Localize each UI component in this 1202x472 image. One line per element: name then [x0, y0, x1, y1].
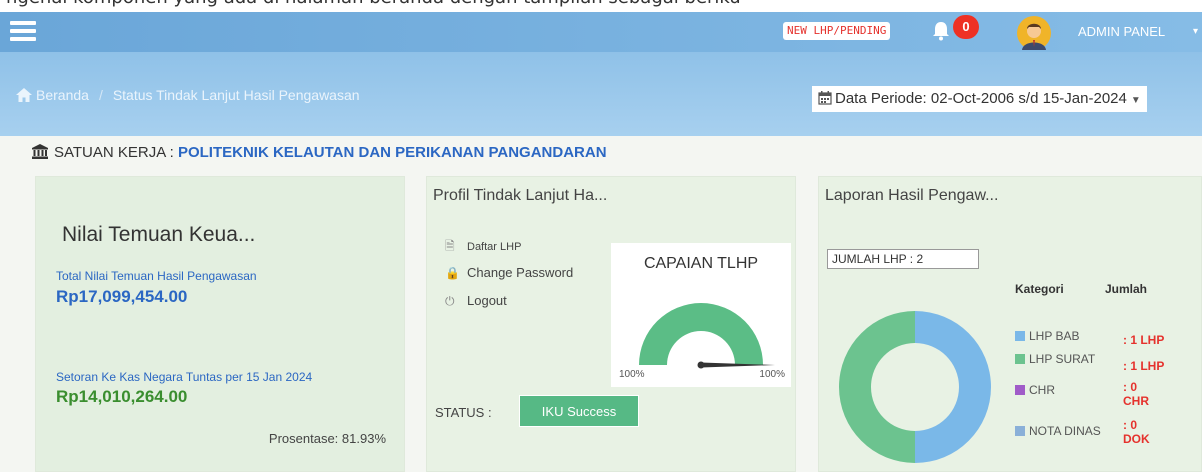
legend-item-chr[interactable]: CHR — [1015, 383, 1055, 397]
setoran-value: Rp14,010,264.00 — [56, 387, 188, 406]
data-period-label: Data Periode: 02-Oct-2006 s/d 15-Jan-202… — [835, 90, 1127, 107]
breadcrumb: Beranda / Status Tindak Lanjut Hasil Penga… — [16, 87, 360, 103]
total-nilai-label: Total Nilai Temuan Hasil Pengawasan — [56, 269, 257, 283]
lhp-donut-chart — [839, 311, 991, 463]
caption-text: ngenai komponen yang ada di halaman bera… — [6, 0, 741, 8]
notification-count-badge[interactable]: 0 — [953, 15, 979, 39]
breadcrumb-bar: Beranda / Status Tindak Lanjut Hasil Penga… — [0, 52, 1202, 136]
count-value: : 0 — [1123, 380, 1138, 394]
donut-slice-lhp-surat[interactable] — [839, 311, 915, 463]
count-unit: DOK — [1123, 432, 1150, 446]
laporan-hasil-card: Laporan Hasil Pengaw... JUMLAH LHP : 2 K… — [818, 176, 1202, 472]
menu-toggle-icon[interactable] — [10, 21, 36, 41]
breadcrumb-separator: / — [98, 87, 103, 103]
card-title: Nilai Temuan Keua... — [62, 223, 256, 246]
chevron-down-icon[interactable]: ▾ — [1193, 26, 1198, 37]
breadcrumb-home[interactable]: Beranda — [36, 87, 89, 103]
legend-label: LHP BAB — [1029, 329, 1080, 343]
menu-item-daftar-lhp[interactable]: 🗎 Daftar LHP — [445, 237, 573, 265]
lock-icon: 🔒 — [445, 266, 460, 280]
document-icon: 🗎 — [445, 239, 455, 253]
card-title: Profil Tindak Lanjut Ha... — [433, 187, 608, 204]
nilai-temuan-card: Nilai Temuan Keua... Total Nilai Temuan … — [35, 176, 405, 472]
legend-label: LHP SURAT — [1029, 352, 1096, 366]
data-period-dropdown[interactable]: Data Periode: 02-Oct-2006 s/d 15-Jan-202… — [812, 86, 1147, 112]
gauge-hub — [697, 361, 705, 369]
avatar[interactable] — [1017, 16, 1051, 50]
legend-label: CHR — [1029, 383, 1055, 397]
capaian-tlhp-gauge: CAPAIAN TLHP 100% 100% — [611, 243, 791, 387]
count-unit: CHR — [1123, 394, 1149, 408]
breadcrumb-current: Status Tindak Lanjut Hasil Pengawasan — [112, 87, 360, 103]
gauge-max-label: 100% — [759, 369, 785, 380]
satuan-kerja-value: POLITEKNIK KELAUTAN DAN PERIKANAN PANGAN… — [177, 144, 607, 161]
status-label: STATUS : — [435, 405, 492, 420]
new-lhp-pending-link[interactable]: NEW LHP/PENDING — [783, 22, 891, 40]
count-value: : 0 — [1123, 418, 1138, 432]
caret-down-icon: ▼ — [1130, 95, 1141, 106]
menu-item-change-password[interactable]: 🔒 Change Password — [445, 265, 573, 293]
gauge-arc — [639, 303, 763, 365]
setoran-label: Setoran Ke Kas Negara Tuntas per 15 Jan … — [56, 370, 313, 384]
home-icon — [16, 88, 32, 102]
menu-item-label: Change Password — [467, 265, 574, 280]
power-icon: ⏻ — [445, 294, 455, 308]
legend-item-lhp-bab[interactable]: LHP BAB — [1015, 329, 1079, 343]
donut-slice-lhp-bab[interactable] — [915, 311, 991, 463]
count-nota-dinas: : 0 DOK — [1123, 418, 1150, 446]
legend-item-nota-dinas[interactable]: NOTA DINAS — [1015, 424, 1101, 438]
menu-item-label: Logout — [467, 293, 507, 308]
top-navbar: NEW LHP/PENDING 0 ADMIN PANEL ▾ — [0, 12, 1202, 52]
legend-swatch — [1015, 354, 1025, 364]
profil-tindak-lanjut-card: Profil Tindak Lanjut Ha... 🗎 Daftar LHP 🔒… — [426, 176, 796, 472]
kategori-header: Kategori — [1015, 282, 1064, 296]
legend-item-lhp-surat[interactable]: LHP SURAT — [1015, 352, 1095, 366]
satuan-kerja-label: SATUAN KERJA : — [54, 144, 174, 161]
bell-icon[interactable] — [932, 21, 950, 41]
count-lhp-surat: : 1 LHP — [1123, 359, 1165, 373]
count-chr: : 0 CHR — [1123, 380, 1149, 408]
document-caption: ngenai komponen yang ada di halaman bera… — [0, 0, 1202, 12]
menu-item-label: Daftar LHP — [467, 241, 522, 253]
profile-menu: 🗎 Daftar LHP 🔒 Change Password ⏻ Logout — [445, 237, 573, 321]
institution-icon — [32, 144, 48, 159]
count-lhp-bab: : 1 LHP — [1123, 333, 1165, 347]
jumlah-lhp-field: JUMLAH LHP : 2 — [827, 249, 979, 269]
menu-item-logout[interactable]: ⏻ Logout — [445, 293, 573, 321]
gauge-min-label: 100% — [619, 369, 645, 380]
prosentase-value: Prosentase: 81.93% — [268, 431, 386, 446]
legend-swatch — [1015, 426, 1025, 436]
calendar-icon — [818, 91, 832, 105]
legend-swatch — [1015, 385, 1025, 395]
card-title: Laporan Hasil Pengaw... — [825, 187, 999, 204]
total-nilai-value: Rp17,099,454.00 — [56, 287, 188, 306]
admin-panel-menu[interactable]: ADMIN PANEL — [1078, 24, 1165, 39]
gauge-chart — [639, 303, 775, 369]
legend-label: NOTA DINAS — [1029, 424, 1101, 438]
iku-status-button[interactable]: IKU Success — [519, 395, 639, 427]
satuan-kerja-heading: SATUAN KERJA : POLITEKNIK KELAUTAN DAN P… — [32, 144, 607, 161]
jumlah-header: Jumlah — [1105, 282, 1148, 296]
legend-swatch — [1015, 331, 1025, 341]
